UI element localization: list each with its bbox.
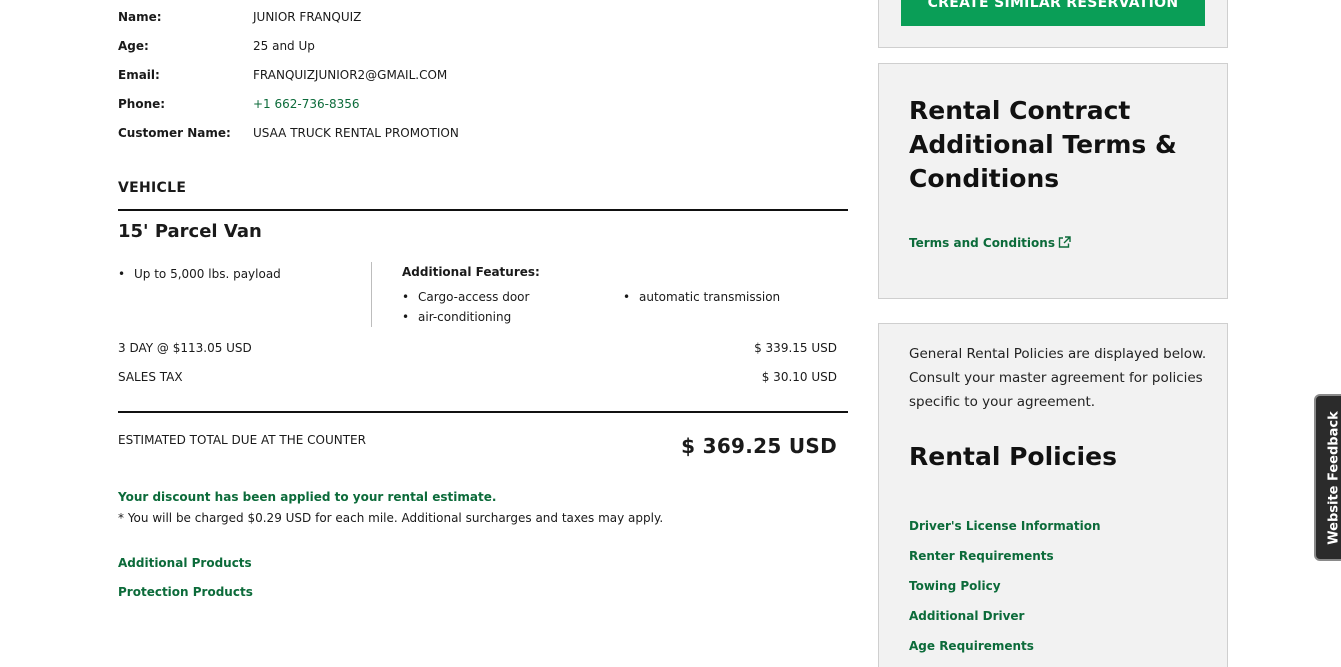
policy-link-towing-policy[interactable]: Towing Policy <box>909 579 1001 593</box>
vehicle-section-title: VEHICLE <box>118 180 187 196</box>
tax-value: $ 30.10 USD <box>761 370 837 384</box>
reservation-panel: CREATE SIMILAR RESERVATION <box>878 0 1228 48</box>
policy-link-age-requirements[interactable]: Age Requirements <box>909 639 1034 653</box>
policy-link-additional-driver[interactable]: Additional Driver <box>909 609 1024 623</box>
policy-link-drivers-license[interactable]: Driver's License Information <box>909 519 1101 533</box>
vehicle-spec-item: Up to 5,000 lbs. payload <box>118 266 281 282</box>
terms-title: Rental Contract Additional Terms & Condi… <box>909 96 1177 193</box>
rate-label: 3 DAY @ $113.05 USD <box>118 341 252 355</box>
customer-name-value: USAA TRUCK RENTAL PROMOTION <box>253 126 459 140</box>
total-label: ESTIMATED TOTAL DUE AT THE COUNTER <box>118 433 366 447</box>
rate-row: 3 DAY @ $113.05 USD $ 339.15 USD <box>118 340 837 356</box>
policy-link-renter-requirements[interactable]: Renter Requirements <box>909 549 1054 563</box>
policies-title: Rental Policies <box>909 442 1117 471</box>
policy-intro: General Rental Policies are displayed be… <box>909 346 1207 410</box>
features-heading: Additional Features: <box>402 265 540 279</box>
discount-note: Your discount has been applied to your r… <box>118 490 497 504</box>
phone-link[interactable]: +1 662-736-8356 <box>253 96 360 112</box>
feature-item: Cargo-access door <box>402 289 529 305</box>
age-label: Age: <box>118 39 149 53</box>
terms-panel: Rental Contract Additional Terms & Condi… <box>878 63 1228 299</box>
policies-panel: General Rental Policies are displayed be… <box>878 323 1228 667</box>
protection-products-link[interactable]: Protection Products <box>118 585 253 599</box>
rate-value: $ 339.15 USD <box>754 341 837 355</box>
age-value: 25 and Up <box>253 39 315 53</box>
name-label: Name: <box>118 10 162 24</box>
website-feedback-tab[interactable]: Website Feedback <box>1314 394 1341 561</box>
external-link-icon <box>1058 236 1071 251</box>
email-label: Email: <box>118 68 160 82</box>
customer-name-label: Customer Name: <box>118 126 231 140</box>
feature-item: automatic transmission <box>623 289 780 305</box>
total-divider <box>118 411 848 413</box>
tax-row: SALES TAX $ 30.10 USD <box>118 369 837 385</box>
phone-label: Phone: <box>118 97 166 111</box>
vehicle-divider <box>118 209 848 211</box>
website-feedback-label: Website Feedback <box>1326 410 1341 545</box>
mileage-note: * You will be charged $0.29 USD for each… <box>118 511 664 525</box>
create-similar-reservation-button[interactable]: CREATE SIMILAR RESERVATION <box>901 0 1205 26</box>
terms-link-label: Terms and Conditions <box>909 236 1055 250</box>
features-divider <box>371 262 372 327</box>
additional-products-link[interactable]: Additional Products <box>118 556 252 570</box>
vehicle-name: 15' Parcel Van <box>118 221 262 242</box>
feature-item: air-conditioning <box>402 309 511 325</box>
email-value: FRANQUIZJUNIOR2@GMAIL.COM <box>253 68 448 82</box>
total-value: $ 369.25 USD <box>681 434 837 458</box>
terms-and-conditions-link[interactable]: Terms and Conditions <box>909 236 1071 251</box>
tax-label: SALES TAX <box>118 370 183 384</box>
name-value: JUNIOR FRANQUIZ <box>253 10 362 24</box>
